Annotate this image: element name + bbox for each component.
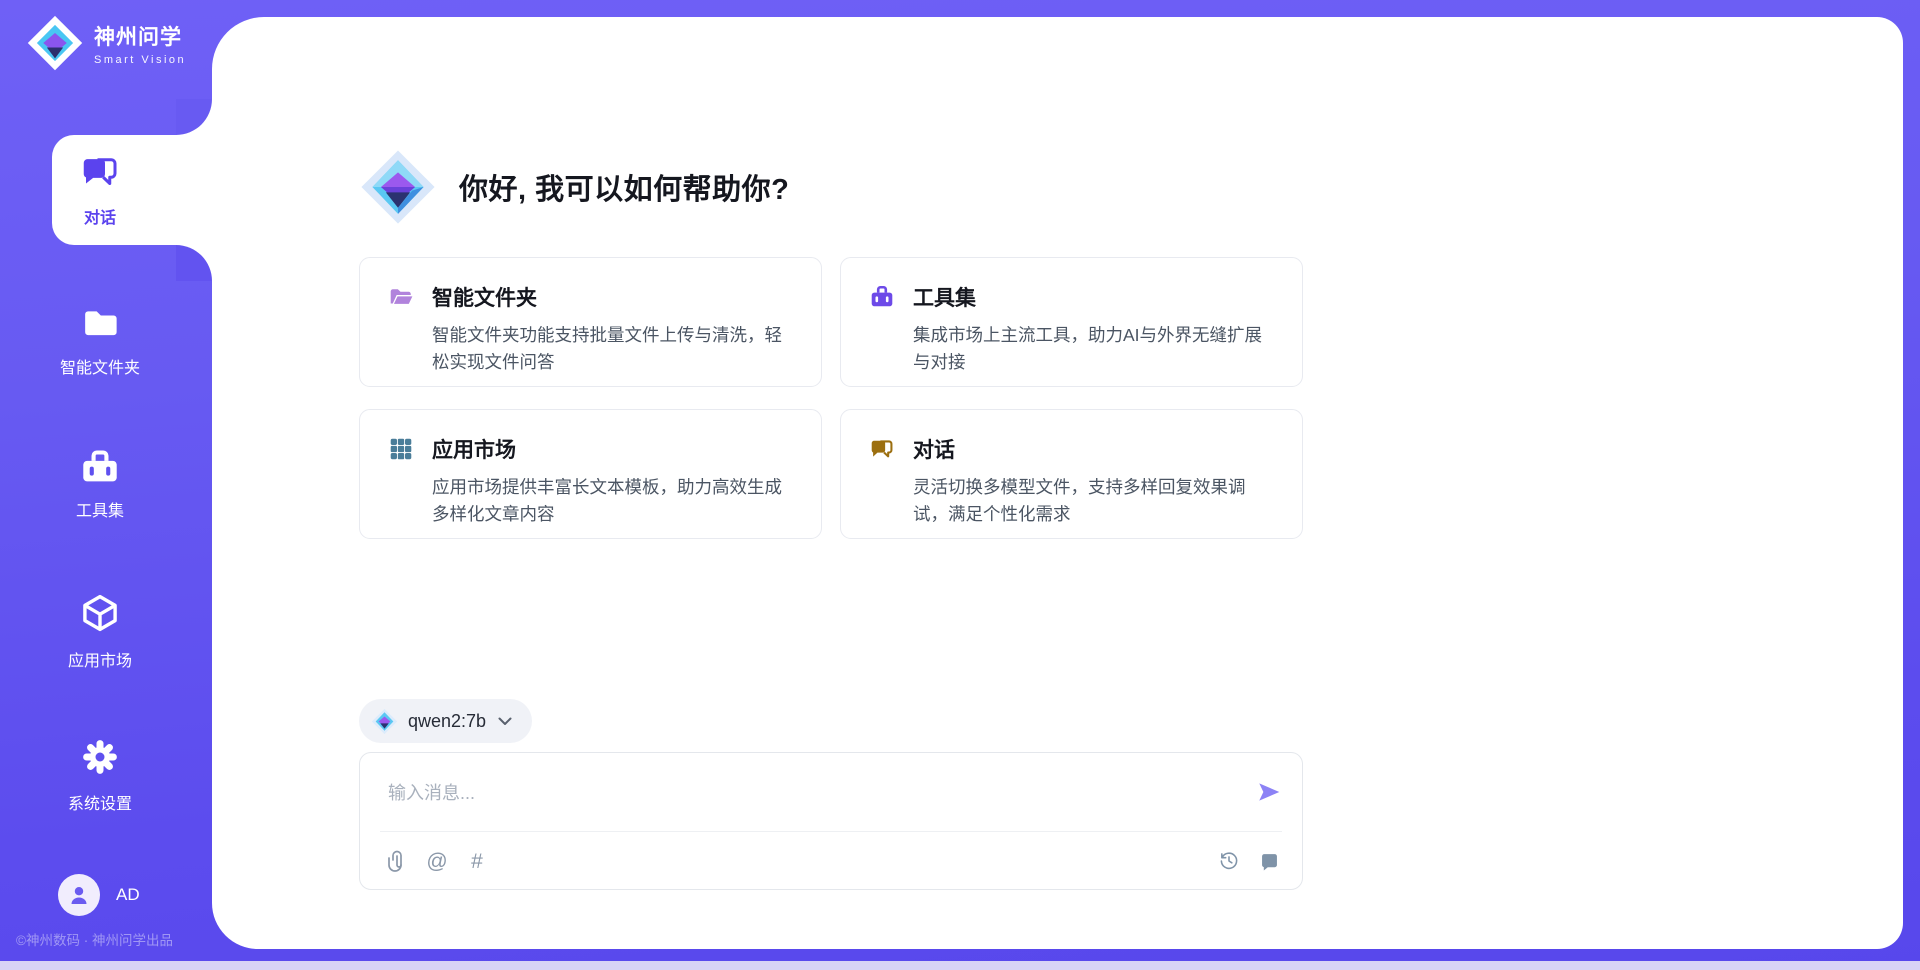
card-description: 集成市场上主流工具，助力AI与外界无缝扩展与对接 (913, 322, 1276, 376)
sidebar-item-label: 对话 (0, 204, 200, 228)
avatar (58, 874, 100, 916)
card-app-market[interactable]: 应用市场 应用市场提供丰富长文本模板，助力高效生成多样化文章内容 (359, 409, 822, 539)
person-icon (67, 883, 91, 907)
sidebar-item-app-market[interactable]: 应用市场 (0, 592, 200, 671)
model-logo-icon (371, 708, 398, 735)
model-name: qwen2:7b (408, 711, 486, 732)
attachment-icon[interactable] (386, 850, 408, 872)
card-toolset[interactable]: 工具集 集成市场上主流工具，助力AI与外界无缝扩展与对接 (840, 257, 1303, 387)
message-input[interactable] (388, 765, 1218, 821)
chat-bubbles-icon (869, 436, 895, 462)
model-selector[interactable]: qwen2:7b (359, 699, 532, 743)
sidebar-item-settings[interactable]: 系统设置 (0, 737, 200, 814)
card-title: 智能文件夹 (432, 282, 537, 312)
user-account[interactable]: AD (58, 874, 140, 916)
tab-curve-bottom (176, 245, 212, 281)
card-title: 应用市场 (432, 434, 516, 464)
sidebar-item-label: 智能文件夹 (0, 354, 200, 378)
chevron-down-icon (498, 717, 512, 726)
folder-icon (80, 303, 120, 341)
brand-text: 神州问学 Smart Vision (94, 21, 186, 66)
briefcase-icon (869, 284, 895, 310)
brand: 神州问学 Smart Vision (26, 14, 186, 72)
card-chat[interactable]: 对话 灵活切换多模型文件，支持多样回复效果调试，满足个性化需求 (840, 409, 1303, 539)
card-description: 应用市场提供丰富长文本模板，助力高效生成多样化文章内容 (432, 474, 795, 528)
main-content: 你好, 我可以如何帮助你? 智能文件夹 智能文件夹功能支持批量文件上传与清洗，轻… (359, 0, 1303, 970)
card-description: 灵活切换多模型文件，支持多样回复效果调试，满足个性化需求 (913, 474, 1276, 528)
message-composer: @ # (359, 752, 1303, 890)
copyright-text: ©神州数码 · 神州问学出品 (16, 929, 173, 949)
card-title: 工具集 (913, 282, 976, 312)
briefcase-icon (79, 448, 121, 484)
sidebar-item-toolset[interactable]: 工具集 (0, 448, 200, 521)
brand-logo-icon (26, 14, 84, 72)
app-logo-icon (359, 148, 437, 226)
sidebar-item-chat[interactable]: 对话 (52, 135, 212, 245)
tab-curve-top (176, 99, 212, 135)
card-title: 对话 (913, 434, 955, 464)
sidebar-item-label: 工具集 (0, 497, 200, 521)
sidebar-item-label: 应用市场 (0, 647, 200, 671)
chat-panel-icon[interactable] (1258, 850, 1280, 872)
gear-icon (80, 737, 120, 777)
card-description: 智能文件夹功能支持批量文件上传与清洗，轻松实现文件问答 (432, 322, 795, 376)
greeting-text: 你好, 我可以如何帮助你? (459, 166, 789, 208)
composer-toolbar: @ # (386, 845, 1280, 877)
composer-divider (380, 831, 1282, 832)
sidebar-item-label: 系统设置 (0, 790, 200, 814)
cube-icon (79, 592, 121, 634)
brand-name: 神州问学 (94, 21, 186, 51)
mention-icon[interactable]: @ (426, 850, 448, 872)
send-icon[interactable] (1256, 779, 1282, 805)
history-icon[interactable] (1218, 850, 1240, 872)
sidebar-item-smart-folder[interactable]: 智能文件夹 (0, 303, 200, 378)
folder-open-icon (388, 284, 414, 310)
brand-subtitle: Smart Vision (94, 54, 186, 66)
user-name: AD (116, 885, 140, 905)
card-smart-folder[interactable]: 智能文件夹 智能文件夹功能支持批量文件上传与清洗，轻松实现文件问答 (359, 257, 822, 387)
feature-cards: 智能文件夹 智能文件夹功能支持批量文件上传与清洗，轻松实现文件问答 工具集 (359, 257, 1303, 539)
greeting: 你好, 我可以如何帮助你? (359, 148, 789, 226)
hashtag-icon[interactable]: # (466, 850, 488, 872)
grid-icon (388, 436, 414, 462)
app-window: 神州问学 Smart Vision 对话 智能文件夹 (0, 0, 1920, 970)
chat-bubbles-icon (80, 151, 120, 191)
page-bottom-strip (0, 961, 1920, 970)
sidebar: 神州问学 Smart Vision 对话 智能文件夹 (0, 0, 212, 970)
